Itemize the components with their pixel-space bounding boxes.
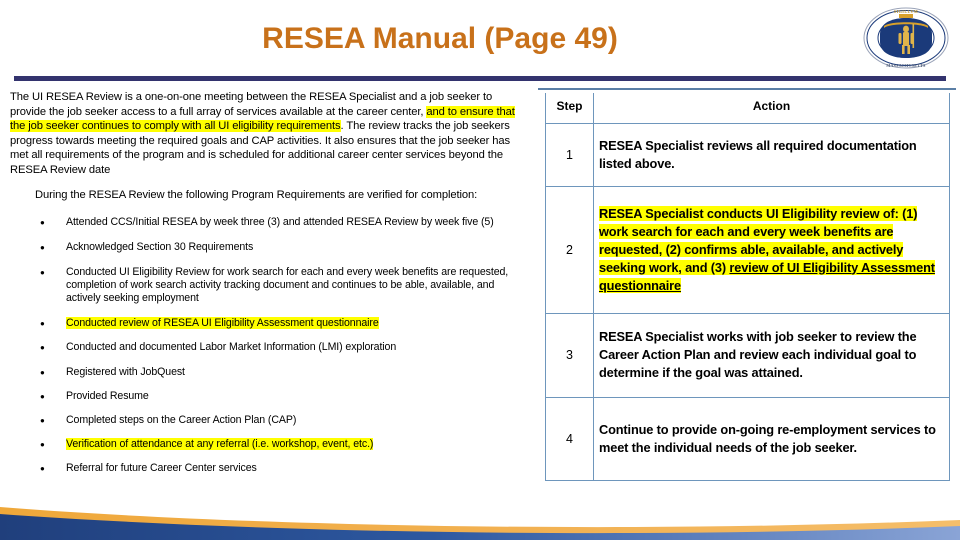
steps-action-table: Step Action 1 RESEA Specialist reviews a…: [545, 93, 950, 481]
bullet-text: Conducted and documented Labor Market In…: [66, 341, 397, 354]
column-header-step: Step: [545, 93, 594, 124]
cell-step-number: 1: [545, 122, 594, 187]
decorative-swoosh: [0, 480, 960, 540]
bullet-text: Acknowledged Section 30 Requirements: [66, 241, 254, 254]
cell-action-text: RESEA Specialist works with job seeker t…: [593, 312, 950, 398]
list-item: Conducted UI Eligibility Review for work…: [10, 265, 522, 306]
bullet-text: Verification of attendance at any referr…: [66, 438, 374, 451]
requirements-bullet-list: Attended CCS/Initial RESEA by week three…: [10, 215, 522, 476]
cell-action-text: Continue to provide on-going re-employme…: [593, 396, 950, 481]
cell-action-text: RESEA Specialist conducts UI Eligibility…: [593, 185, 950, 314]
table-row: 2 RESEA Specialist conducts UI Eligibili…: [545, 185, 950, 314]
bullet-text: Attended CCS/Initial RESEA by week three…: [66, 216, 494, 229]
bullet-text: Registered with JobQuest: [66, 365, 185, 378]
cell-step-number: 3: [545, 312, 594, 398]
cell-action-text: RESEA Specialist reviews all required do…: [593, 122, 950, 187]
table-row: 1 RESEA Specialist reviews all required …: [545, 122, 950, 187]
cell-step-number: 2: [545, 185, 594, 314]
list-item: Referral for future Career Center servic…: [10, 461, 522, 476]
table-header-row: Step Action: [545, 93, 950, 124]
svg-text:SIGILLVM: SIGILLVM: [894, 9, 918, 14]
page-title: RESEA Manual (Page 49): [262, 22, 618, 55]
bullet-text: Completed steps on the Career Action Pla…: [66, 413, 297, 426]
bullet-text: Conducted UI Eligibility Review for work…: [66, 265, 509, 304]
list-item: Conducted review of RESEA UI Eligibility…: [10, 316, 522, 331]
table-row: 4 Continue to provide on-going re-employ…: [545, 396, 950, 481]
bullet-text: Referral for future Career Center servic…: [66, 462, 257, 475]
list-item: Acknowledged Section 30 Requirements: [10, 240, 522, 255]
list-item: Registered with JobQuest: [10, 365, 522, 380]
bullet-text: Provided Resume: [66, 389, 149, 402]
intro-paragraph: The UI RESEA Review is a one-on-one meet…: [10, 90, 522, 178]
list-item: Attended CCS/Initial RESEA by week three…: [10, 215, 522, 230]
column-header-action: Action: [593, 93, 950, 124]
massachusetts-state-seal-icon: SIGILLVM MASSACHVSETTS: [862, 6, 950, 70]
list-item: Provided Resume: [10, 389, 522, 404]
table-top-rule: [538, 88, 956, 90]
left-content-column: The UI RESEA Review is a one-on-one meet…: [10, 90, 522, 487]
bullet-text: Conducted review of RESEA UI Eligibility…: [66, 317, 379, 330]
requirements-intro: During the RESEA Review the following Pr…: [35, 188, 478, 201]
list-item: Verification of attendance at any referr…: [10, 437, 522, 452]
svg-text:MASSACHVSETTS: MASSACHVSETTS: [886, 63, 926, 68]
cell-step-number: 4: [545, 396, 594, 481]
slide-canvas: RESEA Manual (Page 49) SIGILLVM MASSACHV…: [0, 0, 960, 540]
list-item: Conducted and documented Labor Market In…: [10, 340, 522, 355]
list-item: Completed steps on the Career Action Pla…: [10, 413, 522, 428]
table-row: 3 RESEA Specialist works with job seeker…: [545, 312, 950, 398]
intro-part1: The UI RESEA Review is a one-on-one meet…: [10, 91, 493, 118]
header-divider: [14, 76, 946, 81]
